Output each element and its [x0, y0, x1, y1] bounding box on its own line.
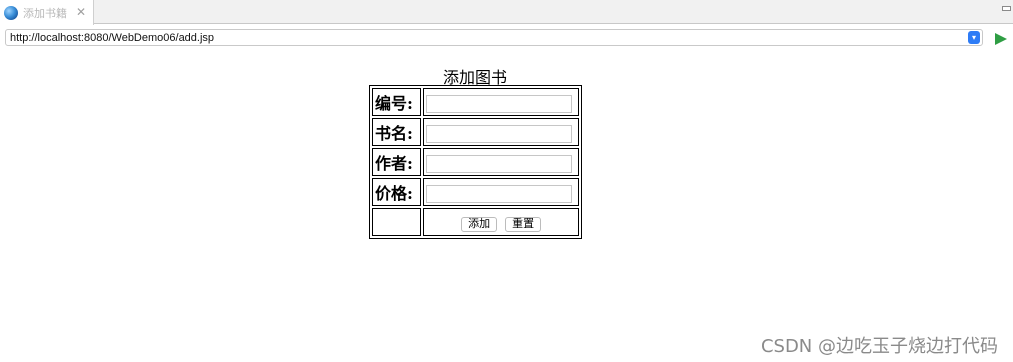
address-bar: http://localhost:8080/WebDemo06/add.jsp … [0, 25, 1013, 53]
price-label: 价格: [372, 178, 422, 206]
form-row-name: 书名: [372, 118, 579, 146]
id-input[interactable] [426, 94, 573, 113]
reset-button[interactable]: 重置 [505, 216, 542, 232]
globe-icon [4, 5, 18, 20]
tab-bar: 添加书籍 ✕ [0, 0, 1013, 25]
url-input[interactable]: http://localhost:8080/WebDemo06/add.jsp … [5, 29, 983, 46]
form-row-author: 作者: [372, 148, 579, 176]
chevron-down-icon[interactable]: ▾ [968, 31, 980, 44]
browser-tab[interactable]: 添加书籍 ✕ [0, 0, 94, 25]
name-input[interactable] [426, 124, 573, 143]
form-row-id: 编号: [372, 88, 579, 116]
add-button[interactable]: 添加 [461, 216, 498, 232]
play-arrow-icon[interactable] [995, 33, 1007, 45]
url-text: http://localhost:8080/WebDemo06/add.jsp [10, 32, 215, 44]
empty-cell [372, 208, 422, 236]
close-icon[interactable]: ✕ [76, 5, 86, 19]
author-input[interactable] [426, 154, 573, 173]
form-row-buttons: 添加 重置 [372, 208, 579, 236]
watermark: CSDN @边吃玉子烧边打代码 [760, 336, 998, 357]
author-label: 作者: [372, 148, 422, 176]
minimize-icon[interactable] [1002, 6, 1011, 11]
form-row-price: 价格: [372, 178, 579, 206]
id-label: 编号: [372, 88, 422, 116]
price-input[interactable] [426, 184, 573, 203]
add-book-form: 编号: 书名: 作者: 价格: 添加 重置 [369, 85, 582, 239]
tab-title: 添加书籍 [23, 6, 67, 20]
name-label: 书名: [372, 118, 422, 146]
